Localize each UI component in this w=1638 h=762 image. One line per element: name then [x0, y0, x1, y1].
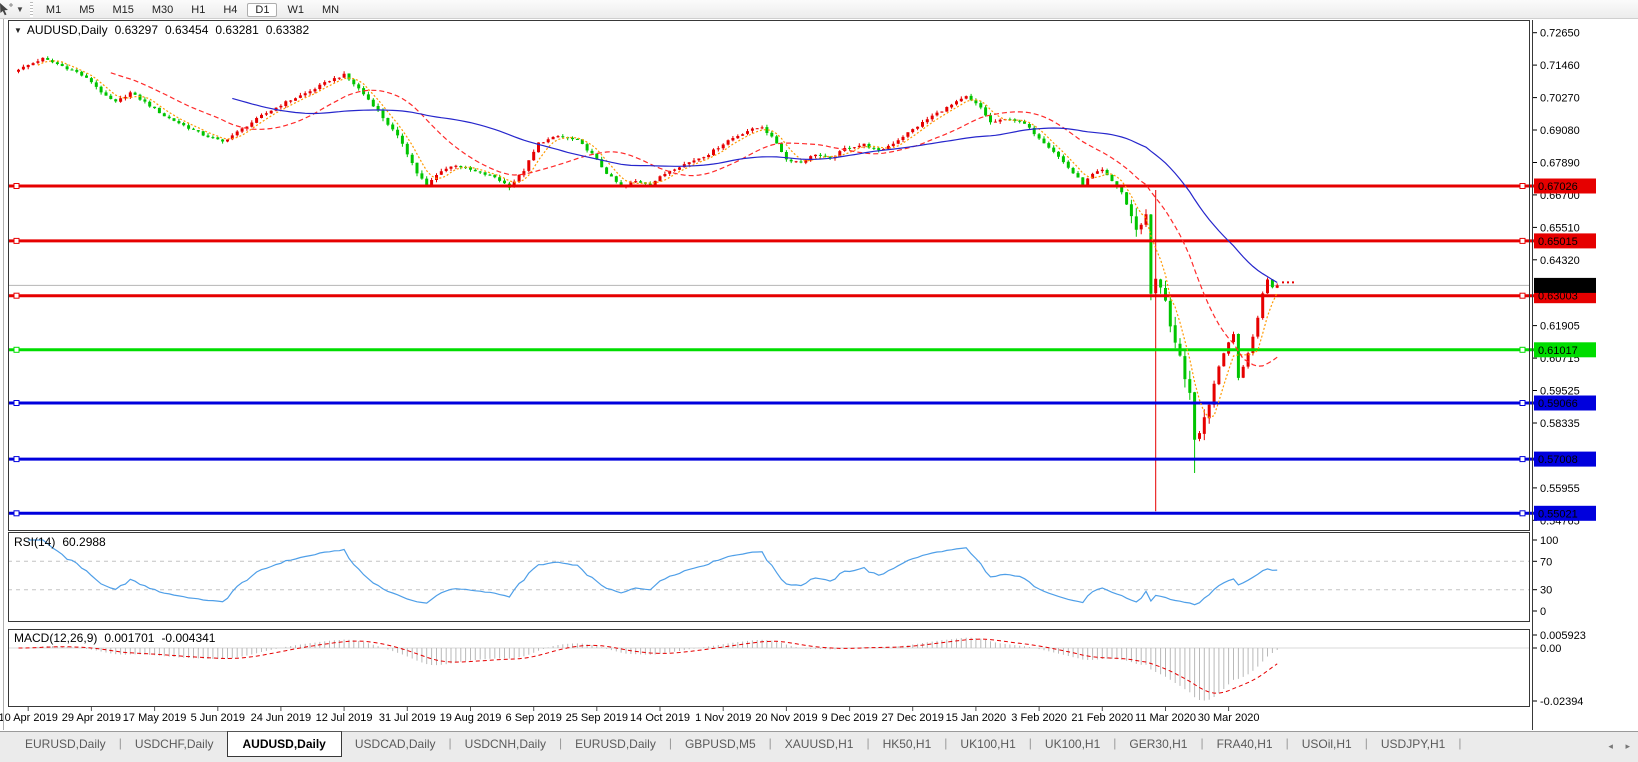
svg-text:0.71460: 0.71460 [1540, 60, 1580, 72]
timeframe-buttons: M1M5M15M30H1H4D1W1MN [37, 0, 348, 18]
svg-text:0.61017: 0.61017 [1538, 345, 1578, 357]
svg-text:6 Sep 2019: 6 Sep 2019 [506, 712, 562, 724]
symbol-period: AUDUSD,Daily [27, 23, 108, 37]
svg-text:0.58335: 0.58335 [1540, 418, 1580, 430]
macd-indicator-label: MACD(12,26,9)0.001701-0.004341 [14, 631, 215, 645]
price-label-0.65015: 0.65015 [1534, 233, 1596, 248]
svg-text:29 Apr 2019: 29 Apr 2019 [62, 712, 121, 724]
price-label-current: 0.63382 [1534, 278, 1596, 293]
chart-tab-eurusd-daily-5[interactable]: EURUSD,Daily [562, 732, 669, 755]
svg-text:11 Mar 2020: 11 Mar 2020 [1135, 712, 1196, 724]
svg-text:10 Apr 2019: 10 Apr 2019 [0, 712, 58, 724]
svg-text:19 Aug 2019: 19 Aug 2019 [440, 712, 502, 724]
chart-tab-xauusd-h1-7[interactable]: XAUUSD,H1 [772, 732, 867, 755]
svg-text:0.69080: 0.69080 [1540, 125, 1580, 137]
svg-text:0.72650: 0.72650 [1540, 28, 1580, 40]
timeframe-button-M1[interactable]: M1 [38, 3, 69, 17]
chart-tab-usdchf-daily-1[interactable]: USDCHF,Daily [122, 732, 227, 755]
chart-tab-usdcad-daily-3[interactable]: USDCAD,Daily [342, 732, 449, 755]
chart-title: ▼ AUDUSD,Daily 0.63297 0.63454 0.63281 0.6338… [14, 23, 309, 37]
chart-tab-audusd-daily-2[interactable]: AUDUSD,Daily [227, 731, 342, 757]
chart-tabs: EURUSD,Daily|USDCHF,DailyAUDUSD,DailyUSD… [12, 732, 1461, 757]
ohlc-close: 0.63382 [266, 23, 309, 37]
svg-text:21 Feb 2020: 21 Feb 2020 [1071, 712, 1133, 724]
svg-text:-0.02394: -0.02394 [1540, 696, 1583, 708]
tab-separator: | [1458, 732, 1461, 757]
tab-scroll-right-icon[interactable]: ▸ [1625, 741, 1630, 751]
svg-text:9 Dec 2019: 9 Dec 2019 [821, 712, 877, 724]
timeframe-button-M30[interactable]: M30 [144, 3, 181, 17]
ohlc-low: 0.63281 [215, 23, 258, 37]
rsi-indicator-label: RSI(14)60.2988 [14, 535, 106, 549]
svg-text:0.005923: 0.005923 [1540, 630, 1586, 642]
svg-text:0.63382: 0.63382 [1538, 280, 1578, 292]
timeframe-button-MN[interactable]: MN [314, 3, 347, 17]
price-label-0.67026: 0.67026 [1534, 179, 1596, 194]
chart-tab-uk100-h1-9[interactable]: UK100,H1 [947, 732, 1028, 755]
svg-text:0: 0 [1540, 606, 1546, 618]
tab-scroll-arrows: ◂ ▸ [1598, 741, 1630, 752]
ohlc-high: 0.63454 [165, 23, 208, 37]
svg-text:0.67890: 0.67890 [1540, 158, 1580, 170]
chart-tab-fra40-h1-12[interactable]: FRA40,H1 [1204, 732, 1286, 755]
svg-text:0.59066: 0.59066 [1538, 398, 1578, 410]
svg-text:15 Jan 2020: 15 Jan 2020 [946, 712, 1007, 724]
chart-tabs-bar: EURUSD,Daily|USDCHF,DailyAUDUSD,DailyUSD… [0, 731, 1638, 762]
price-label-0.57008: 0.57008 [1534, 452, 1596, 467]
svg-text:17 May 2019: 17 May 2019 [123, 712, 187, 724]
svg-text:0.65510: 0.65510 [1540, 222, 1580, 234]
svg-text:0.55955: 0.55955 [1540, 483, 1580, 495]
svg-text:0.00: 0.00 [1540, 643, 1561, 655]
chart-tab-usdjpy-h1-14[interactable]: USDJPY,H1 [1368, 732, 1458, 755]
svg-text:0.61905: 0.61905 [1540, 321, 1580, 333]
timeframe-button-D1[interactable]: D1 [247, 3, 277, 17]
svg-text:0.65015: 0.65015 [1538, 236, 1578, 248]
chart-tab-ger30-h1-11[interactable]: GER30,H1 [1116, 732, 1200, 755]
chart-tab-eurusd-daily-0[interactable]: EURUSD,Daily [12, 732, 119, 755]
crosshair-tool-icon[interactable] [0, 2, 14, 17]
svg-text:0.70270: 0.70270 [1540, 93, 1580, 105]
collapse-arrow-icon[interactable]: ▼ [14, 26, 22, 35]
chart-tab-usoil-h1-13[interactable]: USOil,H1 [1289, 732, 1365, 755]
ohlc-open: 0.63297 [115, 23, 158, 37]
price-axis: 0.726500.714600.702700.690800.678900.667… [1532, 28, 1586, 708]
svg-text:1 Nov 2019: 1 Nov 2019 [695, 712, 751, 724]
toolbar-grip [30, 2, 33, 17]
svg-text:0.64320: 0.64320 [1540, 255, 1580, 267]
svg-text:0.67026: 0.67026 [1538, 181, 1578, 193]
date-axis: 10 Apr 2019 29 Apr 201917 May 2019 5 Jun 2… [0, 707, 1259, 724]
price-label-0.61017: 0.61017 [1534, 342, 1596, 357]
svg-text:0.57008: 0.57008 [1538, 454, 1578, 466]
svg-text:100: 100 [1540, 535, 1558, 547]
svg-text:27 Dec 2019: 27 Dec 2019 [882, 712, 944, 724]
svg-text:12 Jul 2019: 12 Jul 2019 [316, 712, 373, 724]
svg-text:14 Oct 2019: 14 Oct 2019 [630, 712, 690, 724]
chart-tab-uk100-h1-10[interactable]: UK100,H1 [1032, 732, 1113, 755]
svg-text:5 Jun 2019: 5 Jun 2019 [191, 712, 245, 724]
timeframe-button-H1[interactable]: H1 [183, 3, 213, 17]
timeframe-button-M5[interactable]: M5 [71, 3, 102, 17]
svg-text:25 Sep 2019: 25 Sep 2019 [566, 712, 628, 724]
timeframe-toolbar: ▼ M1M5M15M30H1H4D1W1MN [0, 0, 1638, 19]
svg-text:24 Jun 2019: 24 Jun 2019 [251, 712, 312, 724]
timeframe-button-H4[interactable]: H4 [215, 3, 245, 17]
svg-text:3 Feb 2020: 3 Feb 2020 [1011, 712, 1067, 724]
price-label-0.55021: 0.55021 [1534, 506, 1596, 521]
chart-tab-hk50-h1-8[interactable]: HK50,H1 [870, 732, 945, 755]
chevron-down-icon[interactable]: ▼ [14, 5, 28, 14]
price-label-0.59066: 0.59066 [1534, 396, 1596, 411]
svg-text:0.55021: 0.55021 [1538, 508, 1578, 520]
timeframe-button-W1[interactable]: W1 [279, 3, 312, 17]
price-chart-canvas[interactable]: 0.726500.714600.702700.690800.678900.667… [0, 0, 1638, 762]
svg-text:31 Jul 2019: 31 Jul 2019 [379, 712, 436, 724]
svg-text:30 Mar 2020: 30 Mar 2020 [1198, 712, 1260, 724]
chart-tab-gbpusd-m5-6[interactable]: GBPUSD,M5 [672, 732, 769, 755]
chart-tab-usdcnh-daily-4[interactable]: USDCNH,Daily [452, 732, 559, 755]
svg-text:20 Nov 2019: 20 Nov 2019 [755, 712, 817, 724]
timeframe-button-M15[interactable]: M15 [104, 3, 141, 17]
tab-scroll-left-icon[interactable]: ◂ [1608, 741, 1613, 751]
svg-text:70: 70 [1540, 556, 1552, 568]
svg-text:30: 30 [1540, 585, 1552, 597]
